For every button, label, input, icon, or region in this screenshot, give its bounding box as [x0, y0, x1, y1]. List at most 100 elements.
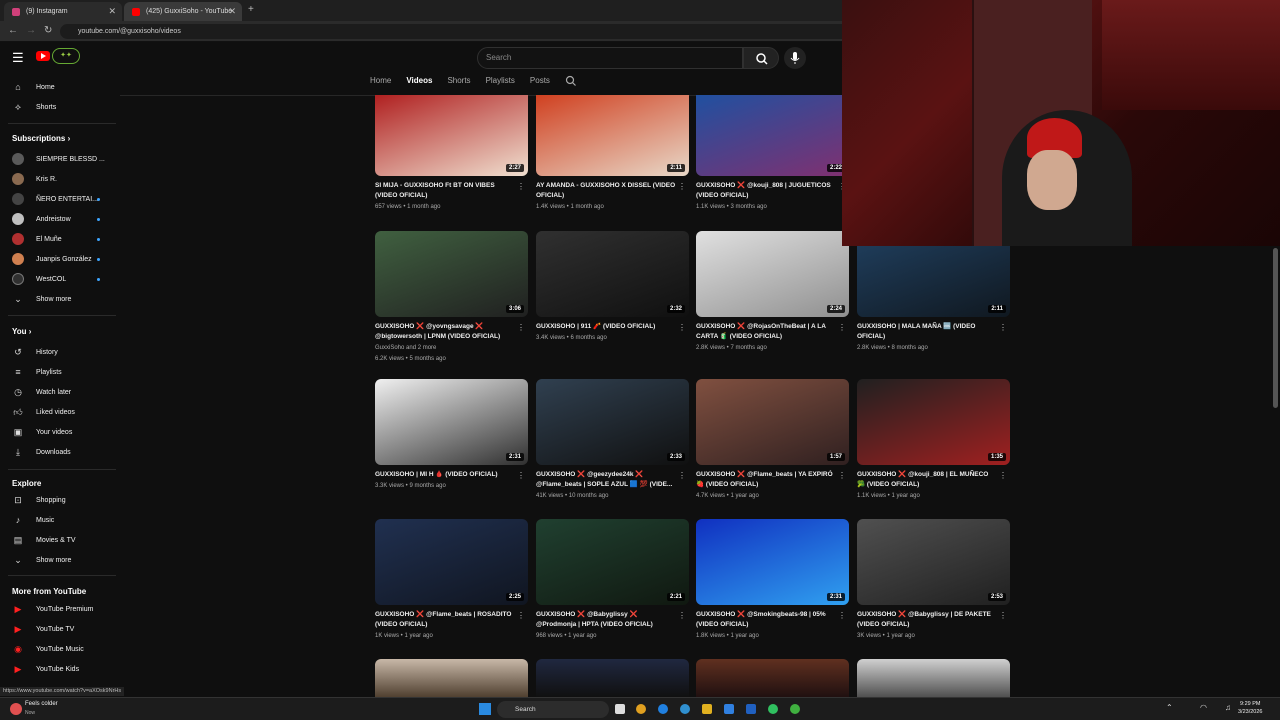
tab-videos[interactable]: Videos — [406, 76, 432, 92]
video-title[interactable]: GUXXISOHO ❌ @Babyglissy ❌ @Prodmonja | H… — [536, 610, 676, 630]
new-tab-button[interactable]: + — [248, 4, 254, 15]
sidebar-item-youtube-premium[interactable]: ▶ YouTube Premium — [0, 600, 118, 618]
search-input[interactable]: Search — [477, 47, 743, 69]
more-options-icon[interactable]: ⋮ — [517, 323, 525, 332]
subscriptions-heading[interactable]: Subscriptions › — [12, 134, 70, 143]
you-heading[interactable]: You › — [12, 327, 31, 336]
scrollbar-thumb[interactable] — [1273, 248, 1278, 408]
scrollbar[interactable] — [1273, 248, 1278, 688]
video-card[interactable]: 2:53 GUXXISOHO ❌ @Babyglissy | DE PAKETE … — [857, 519, 1010, 641]
video-card[interactable]: 2:21 GUXXISOHO ❌ @Babyglissy ❌ @Prodmonja… — [536, 519, 689, 641]
sidebar-item-watch-later[interactable]: ◷ Watch later — [0, 383, 118, 401]
video-thumbnail[interactable]: 2:11 — [536, 95, 689, 176]
app-icon[interactable] — [680, 704, 690, 714]
sidebar-item-subscription[interactable]: Andreistow — [0, 210, 118, 228]
close-icon[interactable]: ✕ — [228, 6, 236, 17]
folder-icon[interactable] — [702, 704, 712, 714]
video-thumbnail[interactable]: 2:31 — [696, 519, 849, 605]
video-thumbnail[interactable]: 2:25 — [375, 519, 528, 605]
video-thumbnail[interactable]: 2:21 — [536, 519, 689, 605]
chrome-icon[interactable] — [636, 704, 646, 714]
video-thumbnail[interactable]: 1:57 — [696, 379, 849, 465]
tray-chevron-icon[interactable]: ⌃ — [1166, 703, 1173, 712]
video-card[interactable]: 2:31 GUXXISOHO | MI H 🩸 (VIDEO OFICIAL) 3.… — [375, 379, 528, 491]
video-title[interactable]: GUXXISOHO ❌ @yovngsavage ❌ @bigtowersoth… — [375, 322, 515, 342]
sidebar-item-downloads[interactable]: ⤓ Downloads — [0, 443, 118, 461]
sidebar-item-youtube-tv[interactable]: ▶ YouTube TV — [0, 620, 118, 638]
reload-icon[interactable]: ↻ — [44, 25, 52, 36]
voice-search-button[interactable] — [784, 47, 806, 69]
tab-posts[interactable]: Posts — [530, 76, 550, 92]
video-card[interactable]: 1:57 GUXXISOHO ❌ @Flame_beats | YA EXPIRÓ… — [696, 379, 849, 501]
sidebar-item-shorts[interactable]: ⟡ Shorts — [0, 98, 118, 116]
video-thumbnail[interactable]: 2:22 — [696, 95, 849, 176]
video-thumbnail[interactable]: 2:32 — [536, 231, 689, 317]
video-card[interactable]: 2:32 GUXXISOHO | 911 🧨 (VIDEO OFICIAL) 3.4… — [536, 231, 689, 343]
sidebar-item-shopping[interactable]: ⊡ Shopping — [0, 491, 118, 509]
chrome-active-icon[interactable] — [790, 704, 800, 714]
clock-time[interactable]: 9:29 PM — [1240, 701, 1260, 707]
more-options-icon[interactable]: ⋮ — [517, 471, 525, 480]
sidebar-item-youtube-kids[interactable]: ▶ YouTube Kids — [0, 660, 118, 678]
sidebar-item-youtube-music[interactable]: ◉ YouTube Music — [0, 640, 118, 658]
whatsapp-icon[interactable] — [768, 704, 778, 714]
sidebar-item-subscription[interactable]: ÑERO ENTERTAI... — [0, 190, 118, 208]
video-thumbnail[interactable]: 2:53 — [857, 519, 1010, 605]
sidebar-item-home[interactable]: ⌂ Home — [0, 78, 118, 96]
more-options-icon[interactable]: ⋮ — [678, 471, 686, 480]
weather-text[interactable]: Feels colder — [25, 701, 58, 707]
video-thumbnail[interactable]: 2:24 — [696, 231, 849, 317]
sidebar-item-subscription[interactable]: Kris R. — [0, 170, 118, 188]
video-title[interactable]: GUXXISOHO ❌ @RojasOnTheBeat | A LA CARTA… — [696, 322, 836, 342]
video-title[interactable]: GUXXISOHO ❌ @geezydee24k ❌ @Flame_beats … — [536, 470, 676, 490]
back-icon[interactable]: ← — [8, 25, 18, 36]
video-thumbnail[interactable]: 2:31 — [375, 379, 528, 465]
close-icon[interactable]: ✕ — [108, 6, 116, 17]
video-card[interactable]: 2:11 AY AMANDA - GUXXISOHO X DISSEL (VIDE… — [536, 95, 689, 212]
video-title[interactable]: GUXXISOHO ❌ @kouji_808 | EL MUÑECO 🥦 (VI… — [857, 470, 997, 490]
show-more-button[interactable]: ⌄ Show more — [0, 551, 118, 569]
video-thumbnail[interactable] — [375, 659, 528, 697]
more-options-icon[interactable]: ⋮ — [678, 611, 686, 620]
video-thumbnail[interactable] — [857, 659, 1010, 697]
video-card[interactable]: 3:06 GUXXISOHO ❌ @yovngsavage ❌ @bigtower… — [375, 231, 528, 364]
search-button[interactable] — [743, 47, 779, 69]
video-title[interactable]: GUXXISOHO ❌ @Babyglissy | DE PAKETE (VID… — [857, 610, 997, 630]
sidebar-item-your-videos[interactable]: ▣ Your videos — [0, 423, 118, 441]
more-options-icon[interactable]: ⋮ — [678, 323, 686, 332]
mail-icon[interactable] — [746, 704, 756, 714]
video-thumbnail[interactable] — [696, 659, 849, 697]
video-title[interactable]: GUXXISOHO ❌ @Smokingbeats-98 | 05% (VIDE… — [696, 610, 836, 630]
sidebar-item-history[interactable]: ↺ History — [0, 343, 118, 361]
store-icon[interactable] — [724, 704, 734, 714]
video-title[interactable]: GUXXISOHO | 911 🧨 (VIDEO OFICIAL) — [536, 322, 676, 332]
video-channel[interactable]: GuxxiSoho and 2 more — [375, 344, 528, 353]
video-title[interactable]: GUXXISOHO ❌ @Flame_beats | YA EXPIRÓ 🍓 (… — [696, 470, 836, 490]
video-title[interactable]: AY AMANDA - GUXXISOHO X DISSEL (VIDEO OF… — [536, 181, 676, 201]
video-card[interactable]: 2:31 GUXXISOHO ❌ @Smokingbeats-98 | 05% (… — [696, 519, 849, 641]
sidebar-item-subscription[interactable]: El Muñe — [0, 230, 118, 248]
video-card[interactable]: 1:35 GUXXISOHO ❌ @kouji_808 | EL MUÑECO 🥦… — [857, 379, 1010, 501]
video-thumbnail[interactable]: 1:35 — [857, 379, 1010, 465]
more-options-icon[interactable]: ⋮ — [517, 611, 525, 620]
video-card[interactable]: 2:22 GUXXISOHO ❌ @kouji_808 | JUGUETICOS … — [696, 95, 849, 212]
tab-playlists[interactable]: Playlists — [486, 76, 515, 92]
video-card[interactable]: 2:33 GUXXISOHO ❌ @geezydee24k ❌ @Flame_be… — [536, 379, 689, 501]
sidebar-item-subscription[interactable]: WestCOL — [0, 270, 118, 288]
more-options-icon[interactable]: ⋮ — [999, 323, 1007, 332]
sidebar-item-subscription[interactable]: Juanpis González — [0, 250, 118, 268]
video-card[interactable]: 2:11 GUXXISOHO | MALA MAÑA 🆒 (VIDEO OFICI… — [857, 231, 1010, 353]
windows-start-icon[interactable] — [479, 703, 491, 715]
taskbar-search[interactable]: Search — [497, 701, 609, 718]
more-options-icon[interactable]: ⋮ — [678, 182, 686, 191]
sidebar-item-movies[interactable]: ▤ Movies & TV — [0, 531, 118, 549]
more-options-icon[interactable]: ⋮ — [517, 182, 525, 191]
more-options-icon[interactable]: ⋮ — [999, 471, 1007, 480]
video-title[interactable]: GUXXISOHO ❌ @Flame_beats | ROSADITO (VID… — [375, 610, 515, 630]
wifi-icon[interactable]: ◠ — [1200, 703, 1207, 712]
sidebar-item-liked-videos[interactable]: 👍︎ Liked videos — [0, 403, 118, 421]
tab-instagram[interactable]: (9) Instagram ✕ — [4, 2, 122, 21]
video-thumbnail[interactable]: 3:06 — [375, 231, 528, 317]
video-thumbnail[interactable] — [536, 659, 689, 697]
clock-date[interactable]: 3/23/2026 — [1238, 709, 1262, 715]
